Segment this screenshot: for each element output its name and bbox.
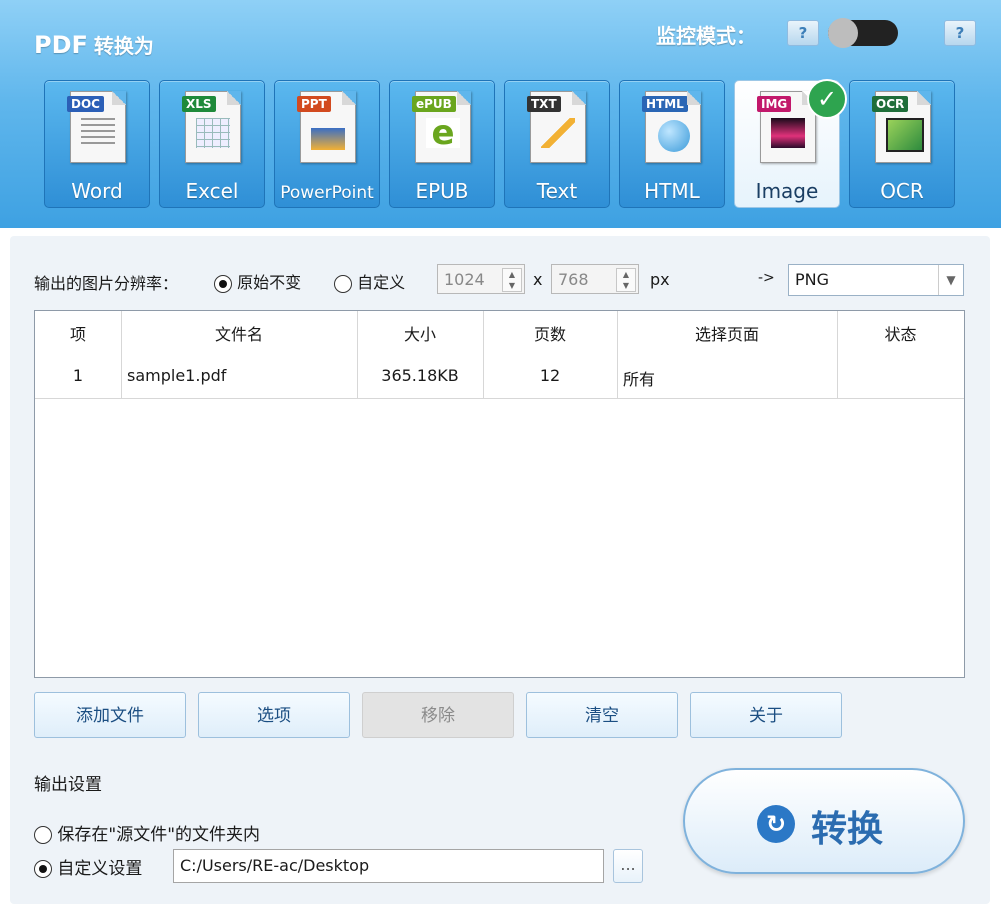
radio-original[interactable]: [214, 274, 232, 293]
column-divider: [121, 311, 122, 399]
image-badge: IMG: [757, 96, 792, 112]
app-title: PDF 转换为: [34, 30, 154, 59]
radio-custom-folder[interactable]: [34, 860, 52, 878]
word-doc-icon: DOC: [67, 91, 126, 163]
cell-filename: sample1.pdf: [127, 366, 227, 385]
monitor-mode-toggle[interactable]: [828, 18, 898, 48]
about-button[interactable]: 关于: [690, 692, 842, 738]
main-help-button[interactable]: ?: [944, 20, 976, 46]
resolution-custom-label: 自定义: [357, 273, 406, 292]
add-file-button[interactable]: 添加文件: [34, 692, 186, 738]
tab-label: Text: [536, 179, 578, 203]
excel-badge: XLS: [182, 96, 216, 112]
resolution-original-label: 原始不变: [237, 273, 302, 292]
monitor-mode-label: 监控模式：: [656, 24, 756, 48]
word-badge: DOC: [67, 96, 104, 112]
format-arrow: ->: [758, 270, 775, 286]
col-header-pages[interactable]: 页数: [483, 321, 617, 345]
resolution-custom-option[interactable]: 自定义: [334, 269, 405, 293]
image-format-value: PNG: [795, 270, 830, 289]
unit-label: px: [650, 270, 670, 289]
radio-source-folder[interactable]: [34, 826, 52, 844]
col-header-status[interactable]: 状态: [837, 321, 964, 345]
tab-label: Word: [71, 179, 123, 203]
output-custom-option[interactable]: 自定义设置: [34, 854, 142, 879]
browse-button[interactable]: ...: [613, 849, 643, 883]
powerpoint-badge: PPT: [297, 96, 331, 112]
column-divider: [483, 311, 484, 399]
chevron-down-icon[interactable]: ▼: [938, 265, 963, 295]
column-divider: [617, 311, 618, 399]
refresh-icon: ↻: [757, 805, 795, 843]
tab-label: EPUB: [415, 179, 469, 203]
tab-word[interactable]: DOC Word: [44, 80, 150, 208]
toggle-knob: [828, 18, 858, 48]
tab-html[interactable]: HTML HTML: [619, 80, 725, 208]
tab-label: PowerPoint: [280, 183, 374, 203]
tab-label: Excel: [185, 179, 239, 203]
height-value: 768: [558, 270, 589, 289]
powerpoint-doc-icon: PPT: [297, 91, 356, 163]
excel-doc-icon: XLS: [182, 91, 241, 163]
output-source-option[interactable]: 保存在"源文件"的文件夹内: [34, 820, 260, 845]
output-source-label: 保存在"源文件"的文件夹内: [57, 825, 261, 845]
cell-pages: 12: [539, 366, 561, 385]
tab-label: HTML: [644, 179, 700, 203]
convert-button[interactable]: ↻ 转换: [683, 768, 965, 874]
tab-label: OCR: [880, 179, 924, 203]
output-settings-title: 输出设置: [34, 775, 102, 795]
tab-powerpoint[interactable]: PPT PowerPoint: [274, 80, 380, 208]
html-badge: HTML: [642, 96, 688, 112]
radio-custom[interactable]: [334, 274, 352, 293]
convert-label: 转换: [811, 809, 884, 850]
tab-image[interactable]: IMG ✓ Image: [734, 79, 847, 208]
header-bar: PDF 转换为 监控模式： ? ? DOC Word XLS Excel PPT …: [0, 0, 1001, 228]
app-title-latin: PDF: [34, 31, 88, 59]
col-header-size[interactable]: 大小: [357, 321, 483, 345]
cell-size: 365.18KB: [381, 366, 459, 385]
row-divider: [35, 398, 964, 399]
text-doc-icon: TXT: [527, 91, 586, 163]
column-divider: [837, 311, 838, 399]
col-header-page-selection[interactable]: 选择页面: [617, 321, 837, 345]
cell-page-selection[interactable]: 所有: [623, 366, 655, 390]
cell-index: 1: [72, 366, 84, 385]
height-stepper[interactable]: 768 ▲ ▼: [551, 264, 639, 294]
width-stepper[interactable]: 1024 ▲ ▼: [437, 264, 525, 294]
ocr-badge: OCR: [872, 96, 909, 112]
app-title-cn: 转换为: [93, 34, 154, 58]
width-spin-arrows[interactable]: ▲ ▼: [502, 268, 522, 292]
height-spin-arrows[interactable]: ▲ ▼: [616, 268, 636, 292]
clear-button[interactable]: 清空: [526, 692, 678, 738]
tab-text[interactable]: TXT Text: [504, 80, 610, 208]
col-header-index[interactable]: 项: [35, 321, 121, 345]
text-badge: TXT: [527, 96, 561, 112]
size-separator: x: [533, 270, 543, 289]
ocr-doc-icon: OCR: [872, 91, 931, 163]
tab-ocr[interactable]: OCR OCR: [849, 80, 955, 208]
output-custom-label: 自定义设置: [57, 859, 143, 879]
width-value: 1024: [444, 270, 485, 289]
tab-excel[interactable]: XLS Excel: [159, 80, 265, 208]
column-divider: [357, 311, 358, 399]
html-doc-icon: HTML: [642, 91, 701, 163]
tab-label: Image: [755, 179, 819, 203]
file-table: 项 文件名 大小 页数 选择页面 状态 1 sample1.pdf 365.18…: [34, 310, 965, 678]
resolution-label: 输出的图片分辨率：: [34, 274, 179, 293]
tab-epub[interactable]: ePUB e EPUB: [389, 80, 495, 208]
epub-doc-icon: ePUB e: [412, 91, 471, 163]
output-path-field[interactable]: C:/Users/RE-ac/Desktop: [173, 849, 604, 883]
selected-check-icon: ✓: [807, 79, 847, 119]
monitor-help-button[interactable]: ?: [787, 20, 819, 46]
options-button[interactable]: 选项: [198, 692, 350, 738]
remove-button[interactable]: 移除: [362, 692, 514, 738]
col-header-filename[interactable]: 文件名: [121, 321, 357, 345]
resolution-original-option[interactable]: 原始不变: [214, 269, 301, 293]
image-format-select[interactable]: PNG ▼: [788, 264, 964, 296]
epub-badge: ePUB: [412, 96, 456, 112]
